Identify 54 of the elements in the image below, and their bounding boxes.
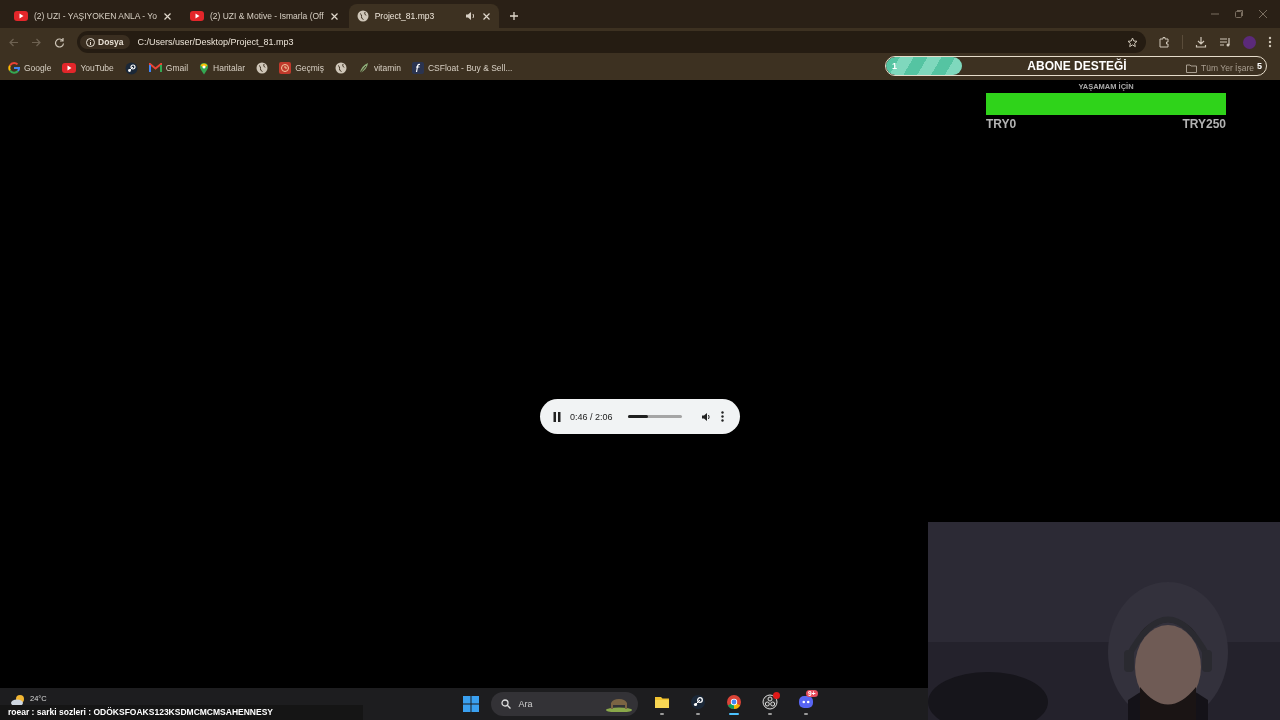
browser-tab[interactable]: (2) UZI & Motive - Ismarla (Off (182, 4, 347, 28)
clock-block-icon (279, 62, 292, 74)
goal-current: 1 (892, 61, 897, 71)
f-logo-icon (411, 62, 424, 74)
browser-tab[interactable]: (2) UZI - YAŞIYOKEN ANLA - Yo (6, 4, 180, 28)
goal-target: 5 (1256, 61, 1262, 71)
more-options-icon[interactable] (720, 411, 724, 422)
globe-icon[interactable] (256, 62, 269, 74)
all-bookmarks-folder[interactable]: Tüm Yer İşare (1186, 63, 1254, 73)
chat-app-icon[interactable] (797, 693, 814, 710)
site-info-chip[interactable]: Dosya (80, 35, 130, 49)
recorder-icon[interactable] (761, 693, 778, 710)
start-icon[interactable] (462, 696, 479, 712)
map-pin-icon (199, 61, 210, 75)
restore-icon[interactable] (1234, 9, 1244, 19)
globe-icon[interactable] (334, 62, 347, 74)
search-field[interactable]: Ara (490, 692, 638, 716)
bookmark-link[interactable]: CSFloat - Buy & Sell... (411, 62, 513, 74)
volume-icon[interactable] (700, 411, 712, 422)
goal-maximum: TRY250 (1182, 117, 1226, 131)
extension-icon[interactable] (1158, 36, 1170, 48)
reload-icon[interactable] (54, 36, 65, 48)
browser-icon[interactable] (725, 693, 742, 710)
folder-icon (1186, 63, 1198, 73)
play-logo-icon (62, 63, 77, 73)
leaf-icon (357, 62, 370, 74)
more-menu-icon[interactable] (1268, 36, 1272, 48)
pause-icon[interactable] (553, 411, 561, 422)
browser-tab[interactable]: Project_81.mp3 (348, 4, 499, 28)
wheel-logo-icon[interactable] (689, 693, 706, 710)
seek-bar[interactable] (627, 415, 682, 418)
media-queue-icon[interactable] (1219, 36, 1231, 48)
new-tab-icon[interactable] (508, 11, 519, 21)
play-logo-icon (190, 11, 204, 21)
wheel-logo-icon[interactable] (124, 61, 138, 75)
address-field[interactable]: C:/Users/user/Desktop/Project_81.mp3 (137, 37, 1119, 47)
bookmark-link[interactable]: YouTube (62, 63, 114, 73)
bookmark-link[interactable]: Google (8, 62, 52, 74)
ring-logo-icon (8, 62, 20, 74)
info-icon (86, 37, 95, 47)
bookmark-link[interactable]: vitamin (357, 62, 401, 74)
lyrics-caption: roear : sarki sozleri : ODÖKSFOAKS123KSDMCMCMSAHENNESY (8, 707, 273, 717)
bookmark-link[interactable]: Gmail (148, 63, 189, 73)
globe-icon (356, 10, 369, 22)
bookmark-link[interactable]: Haritalar (199, 61, 246, 75)
play-logo-icon (14, 11, 28, 21)
search-icon (500, 699, 511, 709)
bookmark-star-icon[interactable] (1127, 36, 1138, 48)
playback-time: 0:46 / 2:06 (570, 411, 613, 422)
download-icon[interactable] (1195, 36, 1207, 48)
goal-title: ABONE DESTEĞİ (1027, 59, 1127, 73)
bookmark-link[interactable]: Geçmiş (279, 62, 324, 74)
m-logo-icon (148, 63, 162, 73)
goal-minimum: TRY0 (986, 117, 1017, 131)
